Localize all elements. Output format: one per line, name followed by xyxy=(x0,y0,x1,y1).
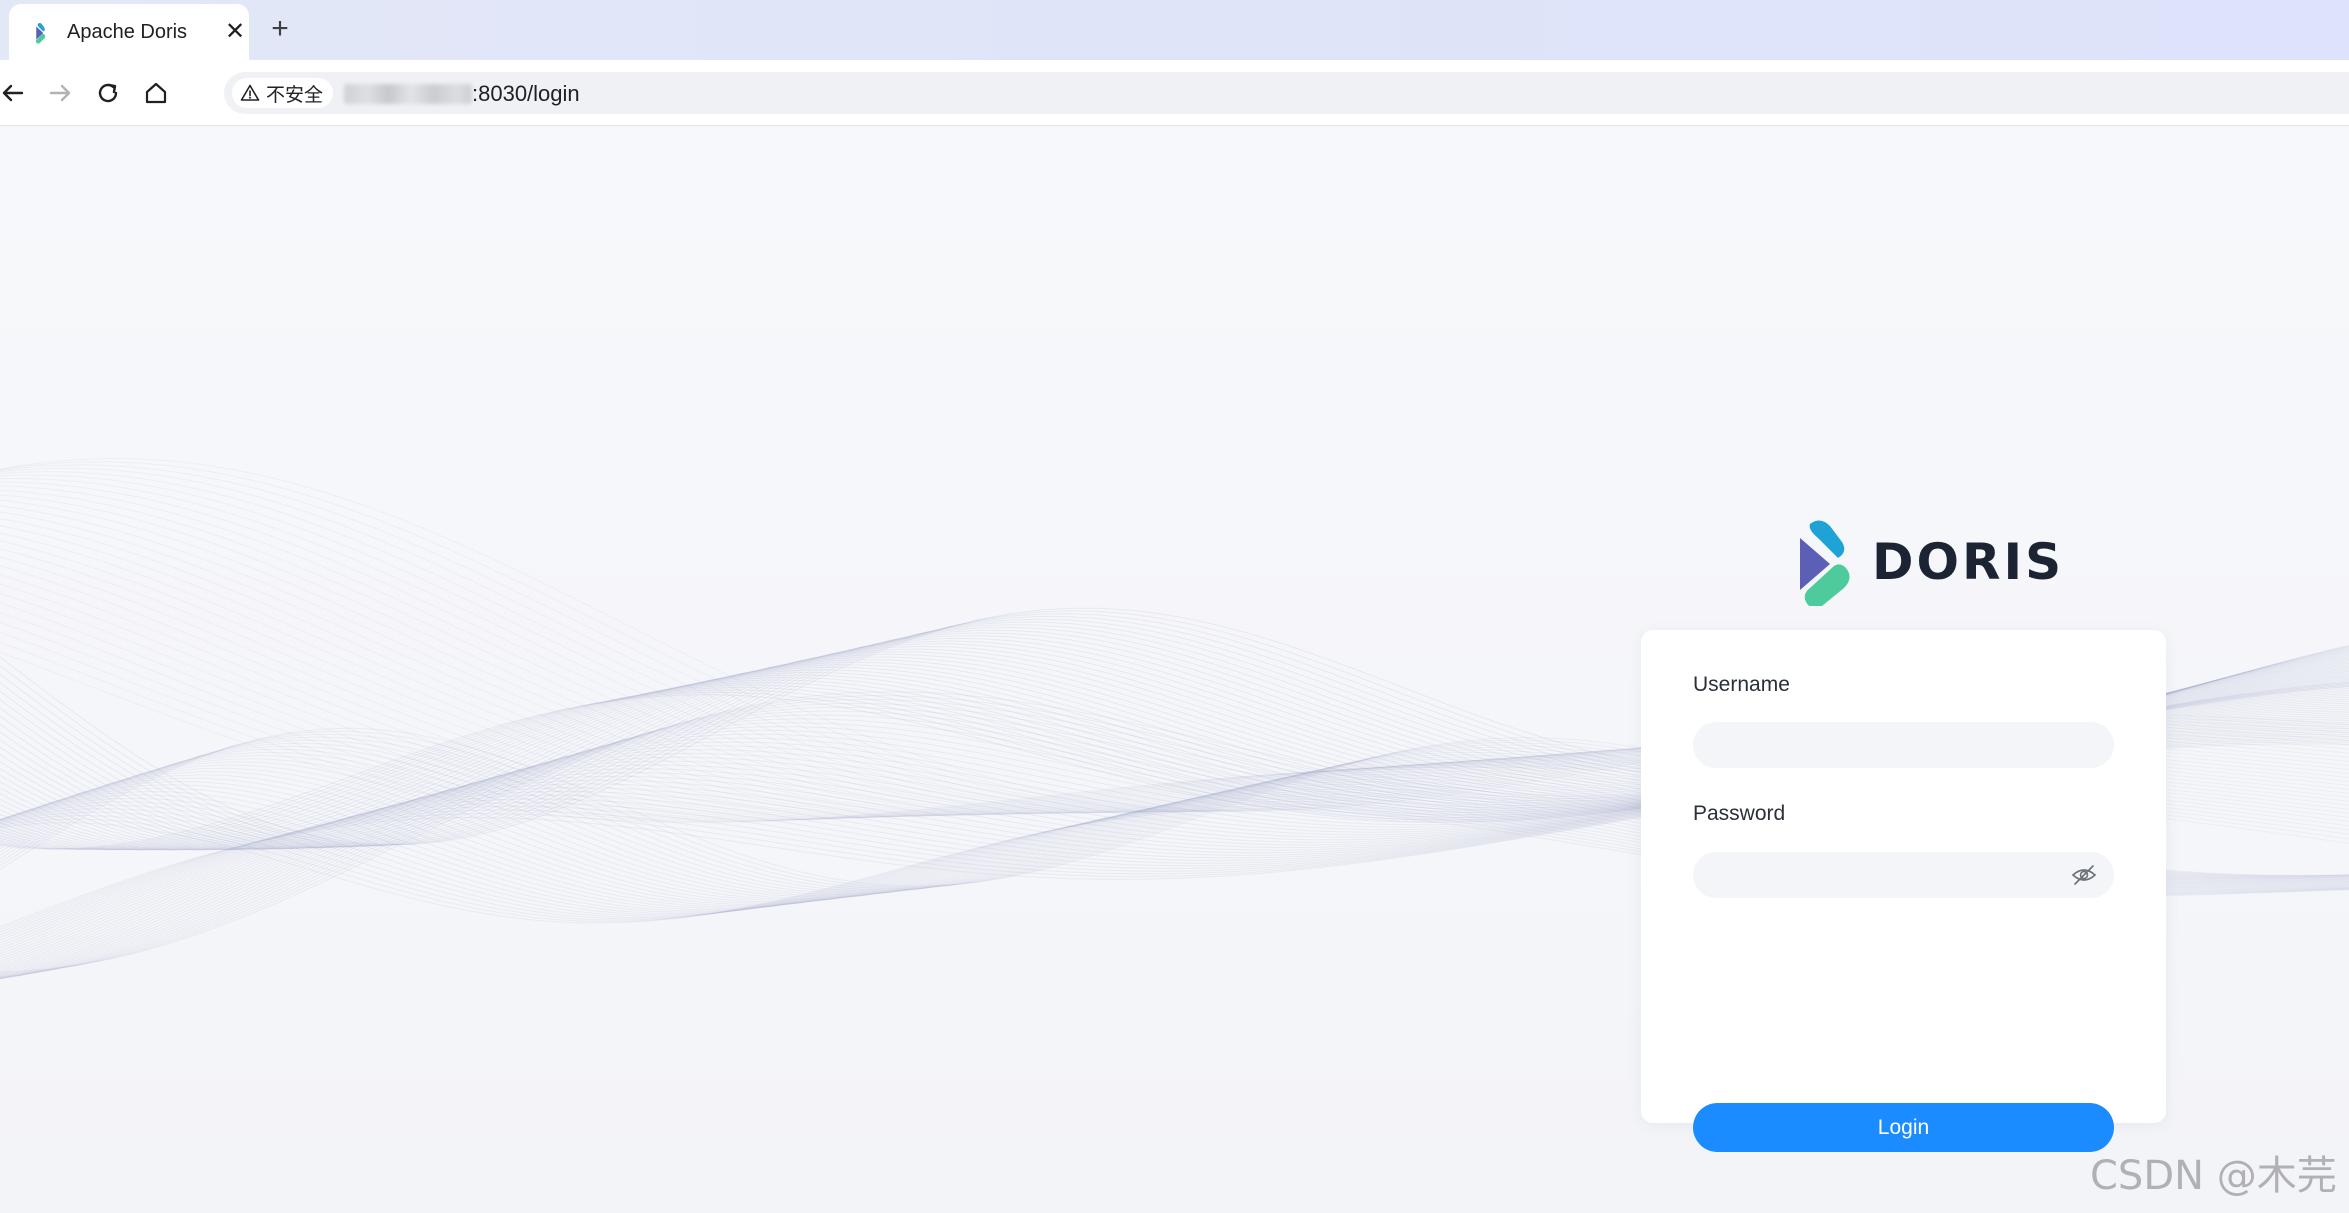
tab-title: Apache Doris xyxy=(67,21,188,43)
login-page: DORIS Username Password Login CSDN @木芫 xyxy=(0,127,2349,1213)
plus-icon[interactable]: + xyxy=(264,14,296,46)
username-label: Username xyxy=(1693,673,1790,696)
browser-tab-strip: Apache Doris ✕ + xyxy=(0,0,2349,60)
close-icon[interactable]: ✕ xyxy=(221,18,249,46)
doris-logo: DORIS xyxy=(1796,517,2064,607)
password-label: Password xyxy=(1693,802,1786,825)
url-text: :8030/login xyxy=(472,81,580,106)
eye-off-icon[interactable] xyxy=(2069,860,2099,890)
address-bar[interactable]: 不安全 :8030/login xyxy=(224,72,2349,114)
login-button[interactable]: Login xyxy=(1693,1103,2114,1152)
watermark: CSDN @木芫 xyxy=(2090,1153,2337,1199)
security-indicator[interactable]: 不安全 xyxy=(232,78,334,108)
reload-icon[interactable] xyxy=(91,76,125,110)
arrow-left-icon[interactable] xyxy=(0,76,30,110)
warning-triangle-icon xyxy=(240,84,260,101)
doris-wordmark: DORIS xyxy=(1872,533,2065,591)
doris-logo-icon xyxy=(35,23,46,44)
security-label: 不安全 xyxy=(266,84,324,106)
doris-logo-mark xyxy=(1800,520,1850,606)
browser-toolbar: 不安全 :8030/login xyxy=(0,60,2349,126)
home-icon[interactable] xyxy=(139,76,173,110)
browser-tab[interactable]: Apache Doris ✕ xyxy=(9,4,249,60)
password-input[interactable] xyxy=(1693,852,2114,898)
url-host-redacted xyxy=(344,84,472,104)
username-input[interactable] xyxy=(1693,722,2114,768)
login-card: Username Password Login xyxy=(1641,630,2166,1152)
arrow-right-icon[interactable] xyxy=(43,76,77,110)
